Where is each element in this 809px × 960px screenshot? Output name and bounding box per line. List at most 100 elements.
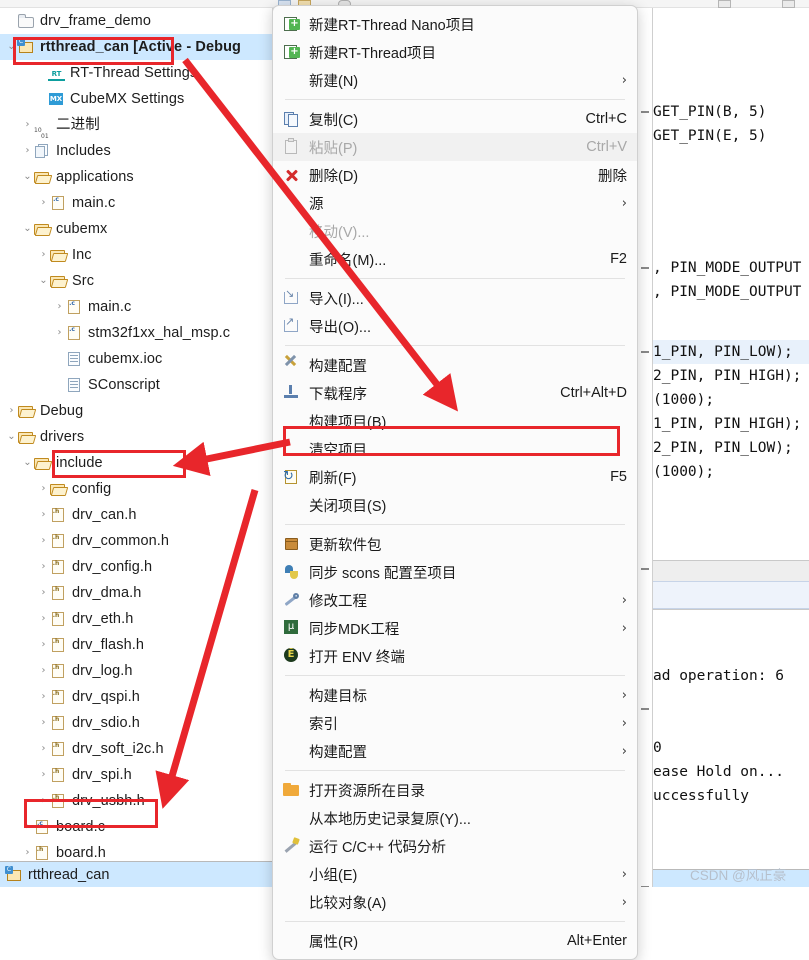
chevron-right-icon[interactable]: ›	[37, 684, 50, 710]
toolbar-icon-perspective-a[interactable]	[718, 0, 731, 8]
tree-item-include[interactable]: ⌄ include	[0, 450, 272, 476]
menu-item-22[interactable]: 同步 scons 配置至项目	[273, 558, 637, 586]
fold-marker-icon[interactable]	[641, 351, 649, 353]
fold-marker-icon[interactable]	[641, 568, 649, 570]
chevron-down-icon[interactable]: ⌄	[37, 268, 50, 294]
menu-item-18[interactable]: 刷新(F) F5	[273, 463, 637, 491]
chevron-down-icon[interactable]: ⌄	[5, 424, 18, 450]
tree-item-main.c[interactable]: › main.c	[0, 190, 272, 216]
tree-item-board.h[interactable]: › board.h	[0, 840, 272, 861]
menu-item-24[interactable]: 同步MDK工程 ›	[273, 614, 637, 642]
tree-item-sconscript[interactable]: SConscript	[0, 372, 272, 398]
tree-item-board.c[interactable]: › board.c	[0, 814, 272, 840]
tree-item-drv_config.h[interactable]: › drv_config.h	[0, 554, 272, 580]
menu-item-28[interactable]: 索引 ›	[273, 709, 637, 737]
tree-item-config[interactable]: › config	[0, 476, 272, 502]
chevron-right-icon[interactable]: ›	[37, 632, 50, 658]
fold-marker-icon[interactable]	[641, 111, 649, 113]
menu-item-14[interactable]: 构建配置	[273, 351, 637, 379]
menu-item-0[interactable]: 新建RT-Thread Nano项目	[273, 10, 637, 38]
menu-item-25[interactable]: 打开 ENV 终端	[273, 642, 637, 670]
menu-item-7[interactable]: 源 ›	[273, 189, 637, 217]
menu-item-32[interactable]: 从本地历史记录复原(Y)...	[273, 804, 637, 832]
chevron-right-icon[interactable]: ›	[37, 554, 50, 580]
tree-item-inc[interactable]: › Inc	[0, 242, 272, 268]
tree-item-drv_sdio.h[interactable]: › drv_sdio.h	[0, 710, 272, 736]
tree-item-drv_usbh.h[interactable]: › drv_usbh.h	[0, 788, 272, 814]
tree-item-rt-thread-settings[interactable]: RT-Thread Settings	[0, 60, 272, 86]
chevron-right-icon[interactable]: ›	[21, 112, 34, 138]
console-tab-band[interactable]	[653, 581, 809, 609]
project-explorer-tree[interactable]: drv_frame_demo⌄rtthread_can [Active - De…	[0, 8, 273, 861]
chevron-down-icon[interactable]: ⌄	[21, 216, 34, 242]
tree-item-rtthread_can-active-debug[interactable]: ⌄rtthread_can [Active - Debug	[0, 34, 272, 60]
fold-marker-icon[interactable]	[641, 267, 649, 269]
menu-item-23[interactable]: 修改工程 ›	[273, 586, 637, 614]
console-pane[interactable]	[653, 560, 809, 610]
toolbar-icon-perspective-b[interactable]	[782, 0, 795, 8]
menu-item-27[interactable]: 构建目标 ›	[273, 681, 637, 709]
chevron-right-icon[interactable]: ›	[37, 762, 50, 788]
menu-item-17[interactable]: 清空项目	[273, 435, 637, 463]
menu-item-21[interactable]: 更新软件包	[273, 530, 637, 558]
menu-item-19[interactable]: 关闭项目(S)	[273, 491, 637, 519]
chevron-right-icon[interactable]: ›	[37, 528, 50, 554]
chevron-right-icon[interactable]: ›	[37, 580, 50, 606]
tree-item-drv_can.h[interactable]: › drv_can.h	[0, 502, 272, 528]
menu-item-1[interactable]: 新建RT-Thread项目	[273, 38, 637, 66]
menu-item-11[interactable]: 导入(I)...	[273, 284, 637, 312]
chevron-down-icon[interactable]: ⌄	[21, 450, 34, 476]
tree-item-drv_qspi.h[interactable]: › drv_qspi.h	[0, 684, 272, 710]
menu-item-12[interactable]: 导出(O)...	[273, 312, 637, 340]
chevron-right-icon[interactable]: ›	[53, 320, 66, 346]
menu-item-34[interactable]: 小组(E) ›	[273, 860, 637, 888]
chevron-right-icon[interactable]: ›	[5, 398, 18, 424]
tree-item-drv_spi.h[interactable]: › drv_spi.h	[0, 762, 272, 788]
chevron-right-icon[interactable]: ›	[37, 606, 50, 632]
menu-item-9[interactable]: 重命名(M)... F2	[273, 245, 637, 273]
tree-item-drv_flash.h[interactable]: › drv_flash.h	[0, 632, 272, 658]
chevron-right-icon[interactable]: ›	[37, 502, 50, 528]
code-editor-pane[interactable]: GET_PIN(B, 5) GET_PIN(E, 5) , PIN_MODE_OUT…	[638, 8, 809, 887]
chevron-right-icon[interactable]: ›	[21, 814, 34, 840]
chevron-right-icon[interactable]: ›	[37, 658, 50, 684]
chevron-right-icon[interactable]: ›	[37, 710, 50, 736]
menu-item-31[interactable]: 打开资源所在目录	[273, 776, 637, 804]
menu-item-29[interactable]: 构建配置 ›	[273, 737, 637, 765]
tree-item-stm32f1xx_hal_msp.c[interactable]: › stm32f1xx_hal_msp.c	[0, 320, 272, 346]
project-context-menu[interactable]: 新建RT-Thread Nano项目新建RT-Thread项目新建(N) › 复制(…	[272, 5, 638, 960]
tree-item-applications[interactable]: ⌄ applications	[0, 164, 272, 190]
tree-item-main.c[interactable]: › main.c	[0, 294, 272, 320]
tree-item-drv_common.h[interactable]: › drv_common.h	[0, 528, 272, 554]
menu-item-33[interactable]: 运行 C/C++ 代码分析	[273, 832, 637, 860]
menu-item-15[interactable]: 下载程序 Ctrl+Alt+D	[273, 379, 637, 407]
tree-item-drv_soft_i2c.h[interactable]: › drv_soft_i2c.h	[0, 736, 272, 762]
tree-item-drv_dma.h[interactable]: › drv_dma.h	[0, 580, 272, 606]
chevron-right-icon[interactable]: ›	[53, 294, 66, 320]
chevron-down-icon[interactable]: ⌄	[21, 164, 34, 190]
menu-item-37[interactable]: 属性(R) Alt+Enter	[273, 927, 637, 955]
chevron-right-icon[interactable]: ›	[37, 476, 50, 502]
tree-item-drv_log.h[interactable]: › drv_log.h	[0, 658, 272, 684]
tree-item-src[interactable]: ⌄ Src	[0, 268, 272, 294]
tree-item-cubemx-settings[interactable]: CubeMX Settings	[0, 86, 272, 112]
chevron-right-icon[interactable]: ›	[37, 190, 50, 216]
menu-item-2[interactable]: 新建(N) ›	[273, 66, 637, 94]
menu-item-16[interactable]: 构建项目(B)	[273, 407, 637, 435]
tree-item-cubemx[interactable]: ⌄ cubemx	[0, 216, 272, 242]
chevron-right-icon[interactable]: ›	[37, 736, 50, 762]
tree-item-drv_eth.h[interactable]: › drv_eth.h	[0, 606, 272, 632]
menu-item-4[interactable]: 复制(C) Ctrl+C	[273, 105, 637, 133]
menu-item-35[interactable]: 比较对象(A) ›	[273, 888, 637, 916]
tree-item-drivers[interactable]: ⌄ drivers	[0, 424, 272, 450]
chevron-right-icon[interactable]: ›	[21, 138, 34, 164]
tree-item-drv_frame_demo[interactable]: drv_frame_demo	[0, 8, 272, 34]
tree-item-includes[interactable]: › Includes	[0, 138, 272, 164]
tree-item-debug[interactable]: › Debug	[0, 398, 272, 424]
fold-marker-icon[interactable]	[641, 708, 649, 710]
tree-item--[interactable]: › 二进制	[0, 112, 272, 150]
menu-item-6[interactable]: 删除(D) 删除	[273, 161, 637, 189]
chevron-right-icon[interactable]: ›	[21, 840, 34, 861]
chevron-right-icon[interactable]: ›	[37, 242, 50, 268]
tree-item-cubemx.ioc[interactable]: cubemx.ioc	[0, 346, 272, 372]
